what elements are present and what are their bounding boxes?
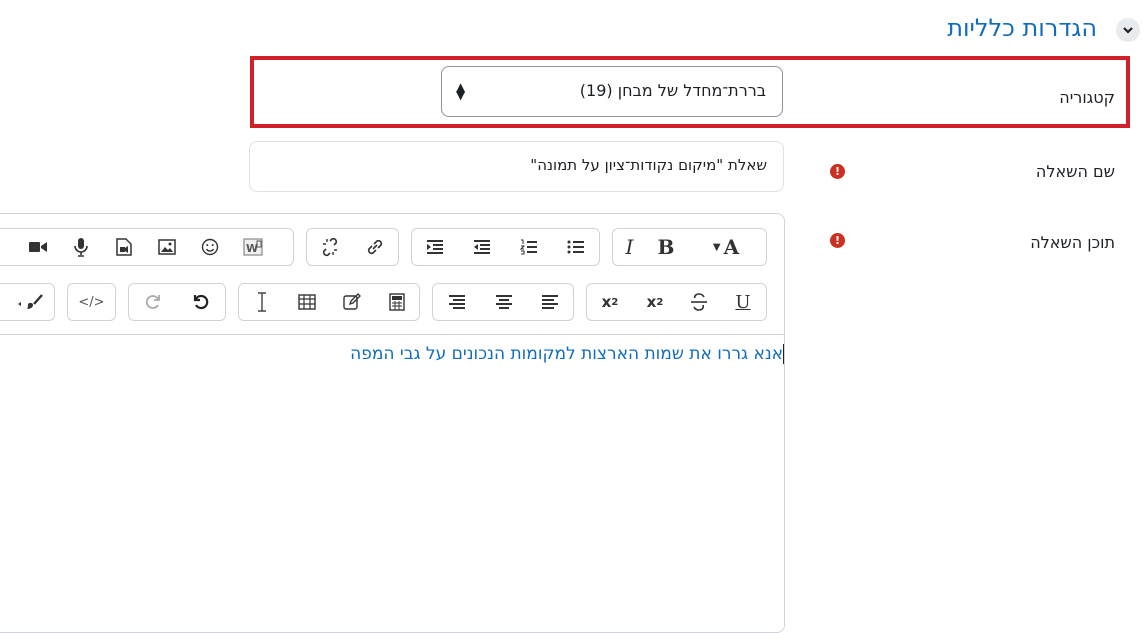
text-caret — [783, 344, 784, 364]
smiley-icon — [201, 238, 218, 256]
video-camera-icon — [28, 242, 47, 252]
category-select-value: בררת־מחדל של מבחן (19) — [579, 81, 766, 100]
strikethrough-icon — [691, 293, 707, 311]
unlink-icon — [322, 237, 337, 257]
equation-button[interactable] — [374, 284, 419, 320]
unlink-button[interactable] — [307, 229, 353, 265]
link-button[interactable] — [353, 229, 399, 265]
clear-formatting-button[interactable] — [0, 284, 54, 320]
audio-button[interactable] — [59, 229, 102, 265]
toolbar-group-lists — [411, 228, 600, 266]
bold-button[interactable]: B — [646, 229, 686, 265]
indent-icon — [427, 240, 444, 254]
caret-down-icon: ▼ — [712, 241, 721, 253]
question-name-label: שם השאלה — [1035, 162, 1115, 181]
toolbar-group-links — [306, 228, 399, 266]
strikethrough-button[interactable] — [677, 284, 721, 320]
image-icon — [157, 239, 176, 255]
question-name-value: שאלת "מיקום נקודות־ציון על תמונה" — [530, 156, 767, 174]
word-paste-icon: W — [242, 238, 263, 256]
required-icon: ! — [830, 164, 845, 179]
subscript-button[interactable]: x2 — [633, 284, 677, 320]
outdent-button[interactable] — [459, 229, 506, 265]
toolbar-group-media: W — [0, 228, 294, 266]
edit-box-icon — [342, 293, 361, 310]
toolbar-group-insert — [238, 283, 420, 321]
calculator-icon — [388, 293, 405, 311]
ordered-list-button[interactable] — [506, 229, 553, 265]
bullet-list-icon — [567, 240, 584, 254]
image-button[interactable] — [145, 229, 188, 265]
align-center-button[interactable] — [480, 284, 527, 320]
italic-button[interactable]: I — [613, 229, 646, 265]
video-button[interactable] — [16, 229, 59, 265]
question-text-content[interactable]: אנא גררו את שמות הארצות למקומות הנכונים … — [184, 344, 784, 364]
special-character-button[interactable] — [239, 284, 284, 320]
link-icon — [368, 239, 383, 255]
align-center-icon — [495, 295, 512, 309]
chevron-down-icon — [1123, 27, 1133, 34]
font-color-button[interactable]: ▼ A — [686, 229, 766, 265]
category-select[interactable]: בררת־מחדל של מבחן (19) ▲ ▼ — [441, 66, 783, 117]
redo-icon — [145, 295, 160, 309]
manage-files-button[interactable] — [329, 284, 374, 320]
undo-button[interactable] — [177, 284, 225, 320]
ordered-list-icon — [519, 239, 537, 255]
toolbar-group-format: x2 x2 U — [586, 283, 767, 321]
paint-brush-icon — [18, 294, 43, 309]
bullet-list-button[interactable] — [552, 229, 599, 265]
media-file-button[interactable] — [102, 229, 145, 265]
toolbar-group-html: </> — [67, 283, 116, 321]
superscript-button[interactable]: x2 — [587, 284, 633, 320]
question-name-input[interactable]: שאלת "מיקום נקודות־ציון על תמונה" — [249, 141, 784, 192]
question-text-label: תוכן השאלה — [1030, 233, 1115, 252]
select-arrows-icon: ▲ ▼ — [456, 80, 466, 102]
table-button[interactable] — [284, 284, 329, 320]
align-right-button[interactable] — [433, 284, 480, 320]
align-right-icon — [448, 295, 465, 309]
outdent-icon — [474, 240, 491, 254]
toolbar-group-style: I B ▼ A — [612, 228, 767, 266]
toolbar-group-clear — [0, 283, 55, 321]
font-color-label: A — [723, 235, 740, 259]
undo-icon — [193, 294, 209, 310]
section-title[interactable]: הגדרות כלליות — [947, 14, 1097, 42]
collapse-section-button[interactable] — [1116, 18, 1140, 42]
align-left-button[interactable] — [527, 284, 573, 320]
category-label: קטגוריה — [1059, 88, 1115, 107]
required-icon: ! — [830, 233, 845, 248]
indent-button[interactable] — [412, 229, 459, 265]
question-text-editor[interactable]: I B ▼ A W x 2 x 2 U </> אנא גררו את שמות… — [0, 213, 785, 633]
emoji-button[interactable] — [188, 229, 231, 265]
paste-from-word-button[interactable]: W — [231, 229, 274, 265]
toolbar-group-align — [432, 283, 574, 321]
media-file-icon — [115, 238, 132, 256]
table-icon — [297, 294, 316, 310]
redo-button[interactable] — [129, 284, 177, 320]
align-left-icon — [542, 295, 558, 309]
toolbar-group-history — [128, 283, 226, 321]
html-button[interactable]: </> — [68, 284, 115, 320]
microphone-icon — [73, 238, 88, 257]
underline-button[interactable]: U — [721, 284, 765, 320]
svg-text:W: W — [246, 242, 258, 255]
text-cursor-icon — [257, 292, 266, 312]
